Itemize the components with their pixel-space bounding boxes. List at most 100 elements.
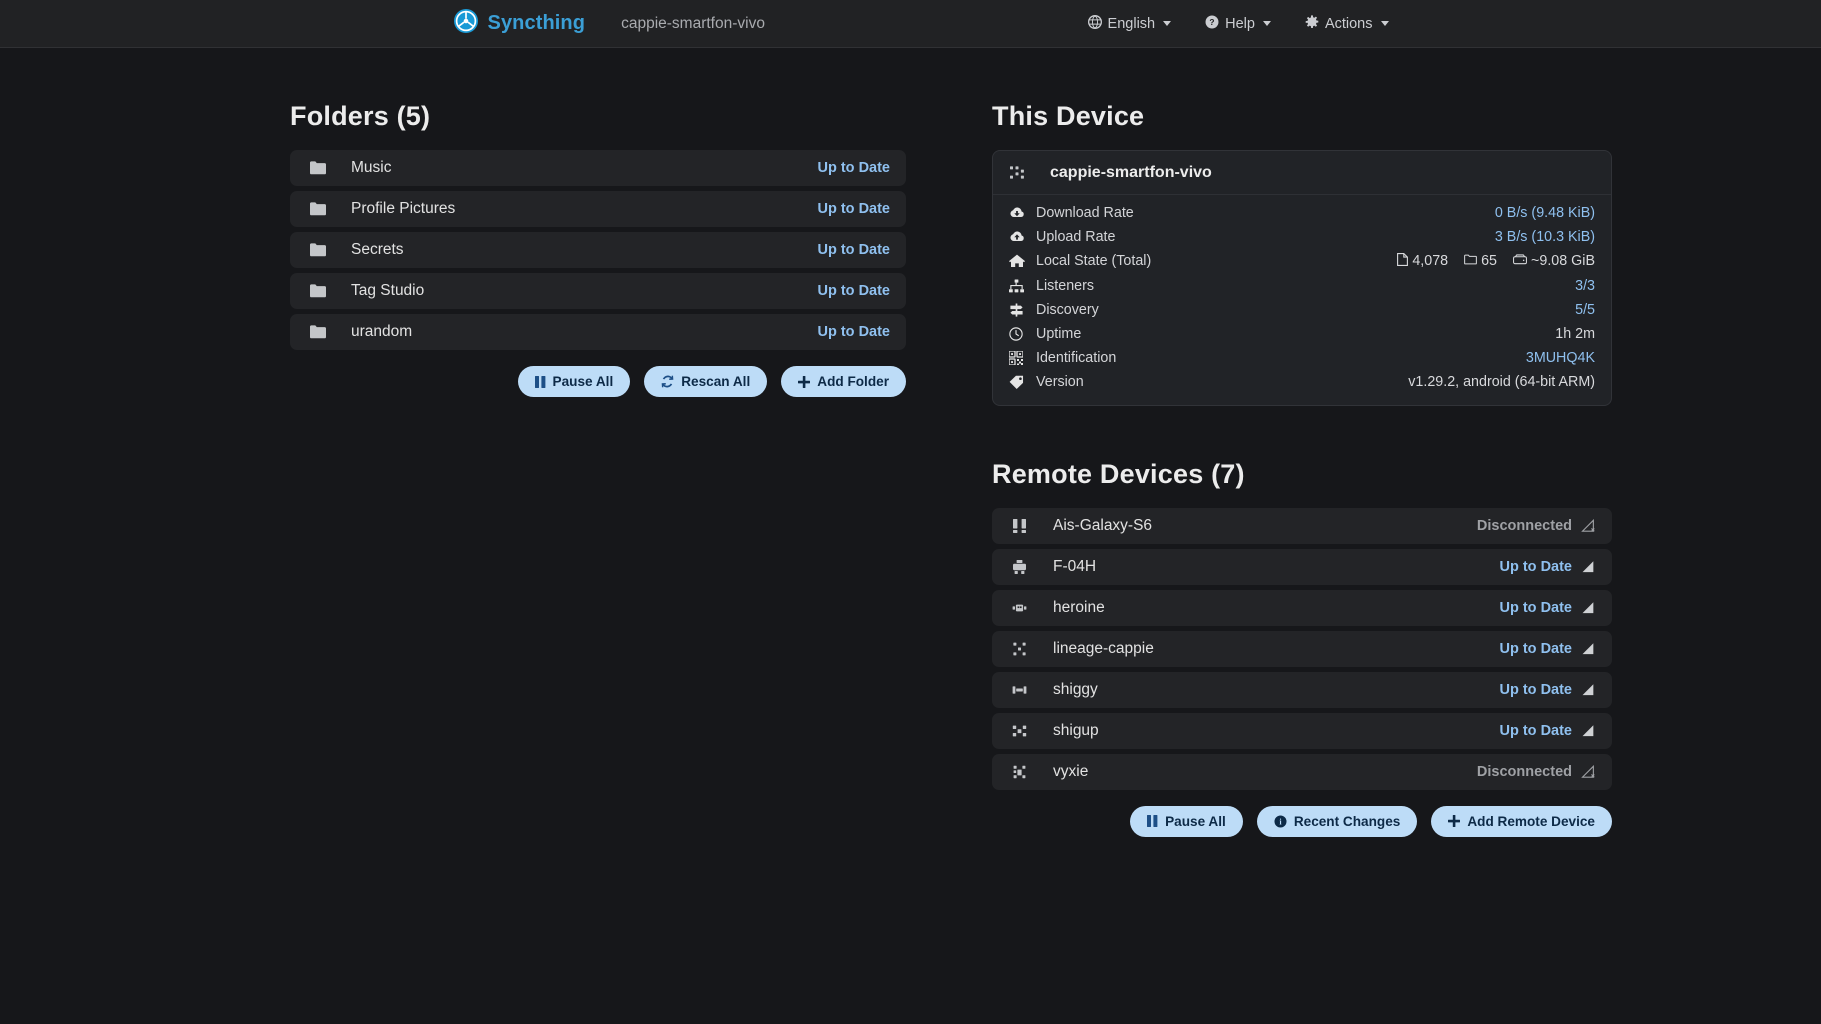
recent-changes-label: Recent Changes [1293, 813, 1401, 829]
folder-row[interactable]: Music Up to Date [290, 150, 906, 186]
stat-upload-rate: Upload Rate 3 B/s (10.3 KiB) [1009, 225, 1595, 249]
pause-all-devices-label: Pause All [1165, 813, 1226, 829]
stat-listeners: Listeners 3/3 [1009, 274, 1595, 298]
remote-device-name: F-04H [1053, 557, 1097, 575]
phone-device-icon [1012, 642, 1032, 656]
remote-device-row[interactable]: vyxie Disconnected [992, 753, 1612, 790]
folder-status: Up to Date [817, 201, 891, 217]
add-folder-button[interactable]: Add Folder [781, 366, 906, 397]
pause-all-folders-button[interactable]: Pause All [517, 366, 631, 397]
remote-device-status: Up to Date [1499, 558, 1573, 575]
folder-row[interactable]: Secrets Up to Date [290, 232, 906, 268]
stat-uptime: Uptime 1h 2m [1009, 322, 1595, 346]
stat-local-state: Local State (Total) 4,078 65 ~9.08 GiB [1009, 249, 1595, 273]
navbar-device-name: cappie-smartfon-vivo [621, 14, 765, 32]
nav-language-menu[interactable]: English [1087, 14, 1172, 33]
pause-all-devices-button[interactable]: Pause All [1130, 805, 1243, 837]
recent-changes-button[interactable]: i Recent Changes [1256, 805, 1418, 837]
remote-devices-title: Remote Devices (7) [992, 458, 1245, 489]
hard-drive-icon [1513, 253, 1527, 269]
mobile-device-icon [1009, 165, 1029, 181]
stat-value: 3/3 [1575, 277, 1595, 294]
local-state-size: ~9.08 GiB [1513, 253, 1595, 269]
add-remote-device-button[interactable]: Add Remote Device [1431, 805, 1612, 837]
this-device-header[interactable]: cappie-smartfon-vivo [993, 151, 1611, 195]
chevron-down-icon [1163, 21, 1172, 26]
remote-device-row[interactable]: shiggy Up to Date [992, 671, 1612, 708]
nav-help-label: Help [1225, 15, 1255, 32]
remote-device-status: Up to Date [1499, 599, 1573, 616]
local-state-size-value: ~9.08 GiB [1531, 253, 1595, 270]
devices-column: This Device cappie-smartfon-vivo Downloa… [992, 48, 1612, 837]
folder-name: urandom [351, 323, 413, 340]
signpost-icon [1009, 303, 1028, 317]
pause-icon [534, 375, 546, 388]
local-state-files: 4,078 [1397, 253, 1448, 270]
remote-device-name: lineage-cappie [1053, 639, 1154, 657]
svg-text:?: ? [1210, 17, 1215, 27]
folder-name: Profile Pictures [351, 200, 456, 217]
remote-device-row[interactable]: Ais-Galaxy-S6 Disconnected [992, 507, 1612, 544]
remote-device-status: Up to Date [1499, 681, 1573, 698]
nav-help-menu[interactable]: ? Help [1205, 15, 1271, 33]
question-circle-icon: ? [1205, 15, 1219, 33]
pause-icon [1147, 815, 1158, 827]
local-state-values: 4,078 65 ~9.08 GiB [1397, 253, 1595, 270]
remote-device-status: Disconnected [1476, 763, 1572, 780]
local-state-folders: 65 [1464, 253, 1497, 269]
folders-column: Folders (5) Music Up to Date Profile Pic… [290, 48, 930, 837]
rescan-all-button[interactable]: Rescan All [644, 366, 768, 397]
phone-device-icon [1012, 765, 1032, 779]
folder-row[interactable]: urandom Up to Date [290, 314, 906, 350]
folder-icon [310, 325, 330, 339]
stat-value: 3 B/s (10.3 KiB) [1494, 229, 1595, 246]
signal-connected-icon [1581, 560, 1596, 574]
local-state-files-value: 4,078 [1412, 253, 1449, 270]
phone-device-icon [1012, 724, 1032, 738]
folder-name: Tag Studio [351, 282, 425, 299]
remote-device-row[interactable]: F-04H Up to Date [992, 548, 1612, 585]
stat-value: 5/5 [1575, 301, 1595, 318]
gear-icon [1305, 14, 1319, 33]
folder-icon [310, 243, 330, 257]
remote-device-status: Up to Date [1499, 640, 1573, 657]
phone-device-icon [1012, 683, 1032, 697]
folders-list: Music Up to Date Profile Pictures Up to … [290, 150, 906, 350]
stat-discovery: Discovery 5/5 [1009, 298, 1595, 322]
stat-value: v1.29.2, android (64-bit ARM) [1408, 374, 1595, 391]
folder-icon [310, 284, 330, 298]
brand-name: Syncthing [487, 12, 586, 34]
this-device-name: cappie-smartfon-vivo [1050, 163, 1212, 181]
chevron-down-icon [1380, 21, 1389, 26]
stat-label: Discovery [1036, 301, 1099, 318]
remote-device-row[interactable]: lineage-cappie Up to Date [992, 630, 1612, 667]
phone-device-icon [1012, 601, 1032, 615]
refresh-icon [661, 375, 674, 388]
signal-connected-icon [1581, 683, 1596, 697]
folder-row[interactable]: Profile Pictures Up to Date [290, 191, 906, 227]
remote-device-name: heroine [1053, 598, 1105, 616]
add-folder-label: Add Folder [817, 374, 889, 389]
folder-name: Secrets [351, 241, 404, 258]
this-device-card: cappie-smartfon-vivo Download Rate 0 B/s… [992, 150, 1612, 406]
remote-device-row[interactable]: shigup Up to Date [992, 712, 1612, 749]
nav-actions-menu[interactable]: Actions [1305, 14, 1389, 33]
folder-status: Up to Date [817, 242, 891, 258]
folders-title: Folders (5) [290, 101, 431, 131]
stat-label: Local State (Total) [1036, 253, 1152, 270]
globe-icon [1087, 14, 1102, 33]
folder-name: Music [351, 159, 392, 176]
stat-download-rate: Download Rate 0 B/s (9.48 KiB) [1009, 201, 1595, 225]
stat-label: Identification [1036, 350, 1117, 367]
remote-device-row[interactable]: heroine Up to Date [992, 589, 1612, 626]
signal-connected-icon [1581, 601, 1596, 615]
top-navbar: Syncthing cappie-smartfon-vivo English ?… [0, 0, 1821, 48]
plus-icon [798, 375, 811, 388]
stat-label: Download Rate [1036, 205, 1134, 222]
remote-device-name: Ais-Galaxy-S6 [1053, 516, 1153, 534]
remote-device-name: shiggy [1053, 680, 1098, 698]
brand-logo[interactable]: Syncthing [453, 8, 586, 39]
remote-device-name: vyxie [1053, 762, 1089, 780]
folder-row[interactable]: Tag Studio Up to Date [290, 273, 906, 309]
signal-connected-icon [1581, 642, 1596, 656]
